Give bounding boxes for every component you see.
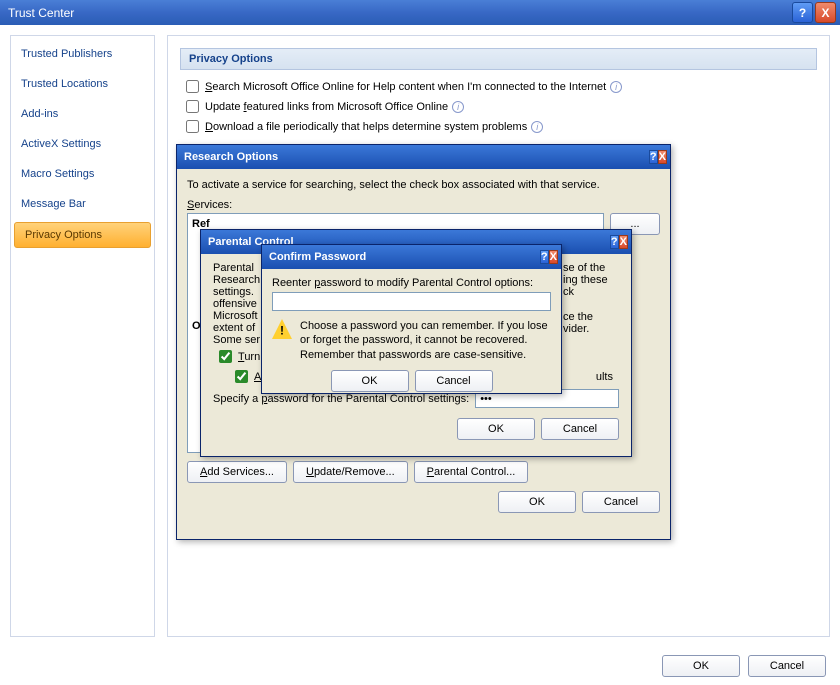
close-icon[interactable]: X xyxy=(815,2,836,23)
parental-footer-row: OK Cancel xyxy=(213,418,619,440)
confirm-body: Reenter password to modify Parental Cont… xyxy=(262,269,561,400)
research-button-row: Add Services... Update/Remove... Parenta… xyxy=(187,461,660,483)
confirm-title: Confirm Password xyxy=(269,251,540,263)
close-icon[interactable]: X xyxy=(658,150,667,164)
warning-icon xyxy=(272,319,292,339)
research-titlebar: Research Options ? X xyxy=(177,145,670,169)
parental-right-text: se of the ing these ck ce the vider. xyxy=(563,262,619,346)
text-fragment: se of the xyxy=(563,262,619,274)
window-title: Trust Center xyxy=(8,6,790,20)
sidebar-item-message-bar[interactable]: Message Bar xyxy=(11,192,154,216)
confirm-titlebar: Confirm Password ? X xyxy=(262,245,561,269)
help-icon[interactable]: ? xyxy=(649,150,658,164)
research-footer-row: OK Cancel xyxy=(187,491,660,513)
cancel-button[interactable]: Cancel xyxy=(415,370,493,392)
help-icon[interactable]: ? xyxy=(610,235,619,249)
check-search-online[interactable]: Search Microsoft Office Online for Help … xyxy=(180,78,817,95)
parental-control-button[interactable]: Parental Control... xyxy=(414,461,529,483)
main-titlebar: Trust Center ? X xyxy=(0,0,840,25)
update-remove-button[interactable]: Update/Remove... xyxy=(293,461,408,483)
text-fragment: ults xyxy=(596,371,613,383)
checkbox-update-links[interactable] xyxy=(186,100,199,113)
sidebar-item-macro[interactable]: Macro Settings xyxy=(11,162,154,186)
checkbox-download[interactable] xyxy=(186,120,199,133)
confirm-password-input[interactable] xyxy=(272,292,551,311)
sidebar-item-privacy-options[interactable]: Privacy Options xyxy=(14,222,151,248)
text-fragment: ce the xyxy=(563,311,619,323)
ok-button[interactable]: OK xyxy=(331,370,409,392)
info-icon[interactable]: i xyxy=(452,101,464,113)
research-instruction: To activate a service for searching, sel… xyxy=(187,179,660,191)
cancel-button[interactable]: Cancel xyxy=(748,655,826,677)
close-icon[interactable]: X xyxy=(549,250,558,264)
check-update-links[interactable]: Update featured links from Microsoft Off… xyxy=(180,98,817,115)
sidebar-item-activex[interactable]: ActiveX Settings xyxy=(11,132,154,156)
cancel-button[interactable]: Cancel xyxy=(582,491,660,513)
services-label: Services: xyxy=(187,199,660,211)
section-header-privacy: Privacy Options xyxy=(180,48,817,70)
text-fragment: vider. xyxy=(563,323,619,335)
checkbox-allow[interactable] xyxy=(235,370,248,383)
check-download[interactable]: Download a file periodically that helps … xyxy=(180,118,817,135)
check-label: Update featured links from Microsoft Off… xyxy=(205,101,448,113)
checkbox-turn-on[interactable] xyxy=(219,350,232,363)
add-services-button[interactable]: Add Services... xyxy=(187,461,287,483)
info-icon[interactable]: i xyxy=(531,121,543,133)
check-label: Search Microsoft Office Online for Help … xyxy=(205,81,606,93)
text-fragment: ing these xyxy=(563,274,619,286)
cancel-button[interactable]: Cancel xyxy=(541,418,619,440)
help-icon[interactable]: ? xyxy=(792,2,813,23)
ok-button[interactable]: OK xyxy=(457,418,535,440)
research-title: Research Options xyxy=(184,151,649,163)
confirm-password-dialog: Confirm Password ? X Reenter password to… xyxy=(261,244,562,394)
confirm-label: Reenter password to modify Parental Cont… xyxy=(272,277,551,289)
sidebar-item-trusted-publishers[interactable]: Trusted Publishers xyxy=(11,42,154,66)
check-label: Download a file periodically that helps … xyxy=(205,121,527,133)
confirm-footer-row: OK Cancel xyxy=(272,370,551,392)
ok-button[interactable]: OK xyxy=(498,491,576,513)
sidebar: Trusted Publishers Trusted Locations Add… xyxy=(10,35,155,637)
checkbox-search-online[interactable] xyxy=(186,80,199,93)
sidebar-item-add-ins[interactable]: Add-ins xyxy=(11,102,154,126)
sidebar-item-trusted-locations[interactable]: Trusted Locations xyxy=(11,72,154,96)
close-icon[interactable]: X xyxy=(619,235,628,249)
confirm-warning-text: Choose a password you can remember. If y… xyxy=(300,319,551,362)
ok-button[interactable]: OK xyxy=(662,655,740,677)
help-icon[interactable]: ? xyxy=(540,250,549,264)
main-footer: OK Cancel xyxy=(662,655,826,677)
text-fragment: ck xyxy=(563,286,619,298)
check-label: Turn xyxy=(238,351,260,363)
info-icon[interactable]: i xyxy=(610,81,622,93)
